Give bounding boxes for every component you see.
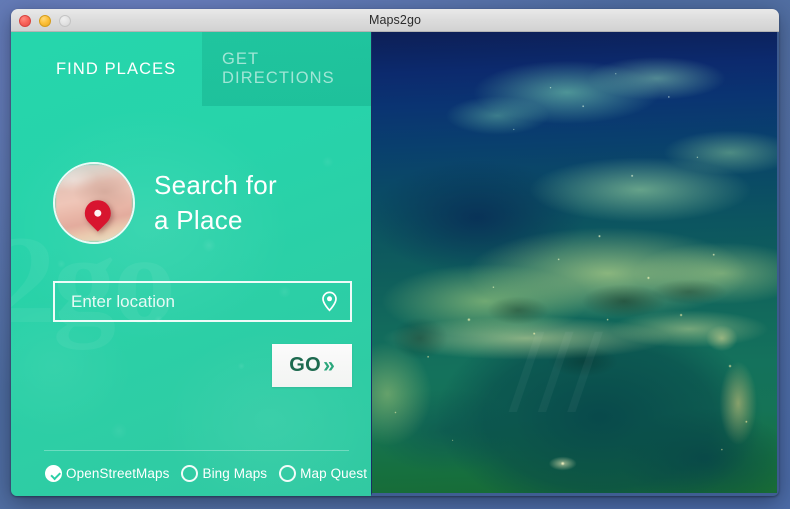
window-body: 2go FIND PLACES GET DIRECTIONS Search fo… xyxy=(11,32,779,496)
provider-label: Bing Maps xyxy=(202,466,268,481)
location-field[interactable] xyxy=(53,281,352,322)
tab-get-directions[interactable]: GET DIRECTIONS xyxy=(202,32,371,106)
go-button[interactable]: GO » xyxy=(272,344,352,387)
provider-divider xyxy=(44,450,349,451)
double-chevron-right-icon: » xyxy=(323,354,335,377)
search-header: Search for a Place xyxy=(11,162,371,244)
provider-option-map-quest[interactable]: Map Quest xyxy=(279,465,367,482)
minimize-button[interactable] xyxy=(39,14,51,27)
go-button-row: GO » xyxy=(53,344,352,387)
provider-option-bing-maps[interactable]: Bing Maps xyxy=(181,465,267,482)
go-button-label: GO xyxy=(289,354,322,376)
tab-find-places-label: FIND PLACES xyxy=(56,59,177,78)
search-panel: 2go FIND PLACES GET DIRECTIONS Search fo… xyxy=(11,32,371,496)
provider-option-openstreetmaps[interactable]: OpenStreetMaps xyxy=(45,465,169,482)
window-controls xyxy=(19,9,71,32)
page-title: Search for a Place xyxy=(154,168,277,237)
app-window: Maps2go 2go FIND PLACES GET DIRECTIONS S… xyxy=(11,9,779,496)
desktop-background: Maps2go 2go FIND PLACES GET DIRECTIONS S… xyxy=(0,0,790,509)
window-titlebar: Maps2go xyxy=(11,9,779,32)
provider-label: Map Quest xyxy=(300,466,368,481)
maximize-button[interactable] xyxy=(59,14,71,27)
provider-radio-group: OpenStreetMaps Bing Maps Map Quest xyxy=(45,465,367,482)
location-pin-icon[interactable] xyxy=(308,283,350,320)
provider-label: OpenStreetMaps xyxy=(66,466,170,481)
tab-bar: FIND PLACES GET DIRECTIONS xyxy=(11,32,371,106)
map-city-lights xyxy=(371,32,779,496)
page-title-line1: Search for xyxy=(154,170,277,201)
window-title: Maps2go xyxy=(368,12,422,27)
radio-unchecked-icon[interactable] xyxy=(181,465,199,482)
radio-checked-icon[interactable] xyxy=(45,465,62,482)
map-pin-photo-icon xyxy=(53,162,135,244)
satellite-map-preview: /// xyxy=(371,32,779,496)
search-input[interactable] xyxy=(55,283,308,320)
close-button[interactable] xyxy=(19,14,31,27)
page-title-line2: a Place xyxy=(154,205,243,235)
tab-get-directions-label: GET DIRECTIONS xyxy=(222,50,335,87)
radio-unchecked-icon[interactable] xyxy=(279,465,297,482)
tab-find-places[interactable]: FIND PLACES xyxy=(11,32,202,106)
